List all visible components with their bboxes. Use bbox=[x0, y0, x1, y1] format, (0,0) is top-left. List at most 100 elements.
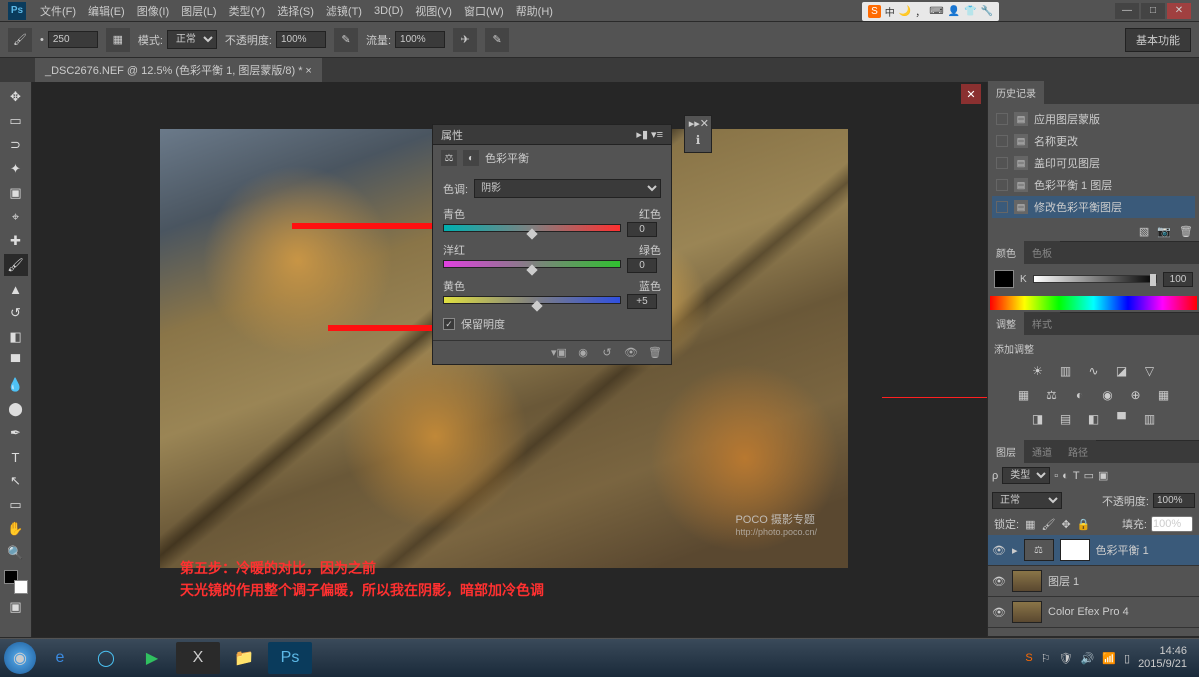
filter-shape-icon[interactable]: ▭ bbox=[1084, 469, 1094, 482]
color-swatch[interactable] bbox=[994, 270, 1014, 288]
tray-volume-icon[interactable]: 📶 bbox=[1102, 652, 1116, 665]
filter-adj-icon[interactable]: ◐ bbox=[1062, 470, 1069, 482]
k-value[interactable]: 100 bbox=[1163, 272, 1193, 287]
hand-tool[interactable]: ✋ bbox=[4, 518, 28, 540]
close-button[interactable]: ✕ bbox=[1167, 3, 1191, 19]
layer-fill-input[interactable] bbox=[1151, 516, 1193, 532]
layers-tab[interactable]: 图层 bbox=[988, 440, 1024, 463]
exposure-icon[interactable]: ◪ bbox=[1113, 362, 1131, 380]
menu-select[interactable]: 选择(S) bbox=[271, 3, 320, 19]
history-item[interactable]: ▤应用图层蒙版 bbox=[992, 108, 1195, 130]
history-item[interactable]: ▤色彩平衡 1 图层 bbox=[992, 174, 1195, 196]
mini-info-icon[interactable]: ℹ bbox=[685, 128, 711, 152]
minimize-button[interactable]: — bbox=[1115, 3, 1139, 19]
ie-icon[interactable]: e bbox=[38, 642, 82, 674]
vibrance-icon[interactable]: ▽ bbox=[1141, 362, 1159, 380]
tone-select[interactable]: 阴影 bbox=[474, 179, 661, 198]
visibility-icon[interactable]: 👁 bbox=[992, 544, 1006, 557]
layer-row[interactable]: 👁图层 1 bbox=[988, 566, 1199, 597]
clip-icon[interactable]: ▾▣ bbox=[551, 345, 567, 361]
pen-tool[interactable]: ✒ bbox=[4, 422, 28, 444]
filter-img-icon[interactable]: ▫ bbox=[1054, 470, 1058, 482]
heal-tool[interactable]: ✚ bbox=[4, 230, 28, 252]
layer-row[interactable]: 👁▸⚖色彩平衡 1 bbox=[988, 535, 1199, 566]
lut-icon[interactable]: ▦ bbox=[1155, 386, 1173, 404]
color-spectrum[interactable] bbox=[990, 296, 1197, 310]
crop-tool[interactable]: ▣ bbox=[4, 182, 28, 204]
document-tab[interactable]: _DSC2676.NEF @ 12.5% (色彩平衡 1, 图层蒙版/8) * … bbox=[35, 58, 322, 82]
trash-icon[interactable]: 🗑 bbox=[1179, 225, 1193, 238]
color-slider[interactable]: 黄色蓝色+5 bbox=[443, 278, 661, 306]
lock-pos-icon[interactable]: ✥ bbox=[1061, 518, 1070, 531]
menu-filter[interactable]: 滤镜(T) bbox=[320, 3, 368, 19]
history-brush-tool[interactable]: ↺ bbox=[4, 302, 28, 324]
brightness-icon[interactable]: ☀ bbox=[1029, 362, 1047, 380]
menu-file[interactable]: 文件(F) bbox=[34, 3, 82, 19]
history-item[interactable]: ▤修改色彩平衡图层 bbox=[992, 196, 1195, 218]
clock[interactable]: 14:462015/9/21 bbox=[1138, 645, 1187, 671]
posterize-icon[interactable]: ▤ bbox=[1057, 410, 1075, 428]
history-item[interactable]: ▤名称更改 bbox=[992, 130, 1195, 152]
zoom-tool[interactable]: 🔍 bbox=[4, 542, 28, 564]
layer-row[interactable]: 👁Color Efex Pro 4 bbox=[988, 597, 1199, 628]
menu-type[interactable]: 类型(Y) bbox=[223, 3, 272, 19]
curves-icon[interactable]: ∿ bbox=[1085, 362, 1103, 380]
snapshot-icon[interactable]: ▧ bbox=[1139, 225, 1149, 238]
brush-preset[interactable]: • bbox=[40, 31, 98, 48]
color-slider[interactable]: 青色红色0 bbox=[443, 206, 661, 234]
menu-edit[interactable]: 编辑(E) bbox=[82, 3, 131, 19]
view-prev-icon[interactable]: ◉ bbox=[575, 345, 591, 361]
visibility-icon[interactable]: 👁 bbox=[992, 575, 1006, 588]
marquee-tool[interactable]: ▭ bbox=[4, 110, 28, 132]
layer-thumb[interactable] bbox=[1012, 601, 1042, 623]
flow-input[interactable] bbox=[395, 31, 445, 48]
preserve-luminosity-checkbox[interactable]: ✓保留明度 bbox=[443, 316, 661, 332]
workspace-button[interactable]: 基本功能 bbox=[1125, 28, 1191, 52]
filter-txt-icon[interactable]: T bbox=[1073, 470, 1080, 482]
layer-thumb[interactable] bbox=[1012, 570, 1042, 592]
bw-icon[interactable]: ◐ bbox=[1071, 386, 1089, 404]
hue-icon[interactable]: ▦ bbox=[1015, 386, 1033, 404]
xshell-icon[interactable]: X bbox=[176, 642, 220, 674]
tray-network-icon[interactable]: 🔊 bbox=[1081, 652, 1095, 665]
selective-icon[interactable]: ▥ bbox=[1141, 410, 1159, 428]
pressure-size-icon[interactable]: ✎ bbox=[485, 28, 509, 52]
color-swatches[interactable] bbox=[4, 570, 28, 594]
layer-thumb[interactable]: ⚖ bbox=[1024, 539, 1054, 561]
wand-tool[interactable]: ✦ bbox=[4, 158, 28, 180]
menu-window[interactable]: 窗口(W) bbox=[458, 3, 510, 19]
shape-tool[interactable]: ▭ bbox=[4, 494, 28, 516]
tray-battery-icon[interactable]: ▯ bbox=[1124, 652, 1130, 665]
menu-3d[interactable]: 3D(D) bbox=[368, 5, 409, 17]
mixer-icon[interactable]: ⊕ bbox=[1127, 386, 1145, 404]
brush-tool[interactable]: 🖌 bbox=[4, 254, 28, 276]
dodge-tool[interactable]: ⬤ bbox=[4, 398, 28, 420]
photoshop-taskbar-icon[interactable]: Ps bbox=[268, 642, 312, 674]
menu-help[interactable]: 帮助(H) bbox=[510, 3, 559, 19]
styles-tab[interactable]: 样式 bbox=[1024, 312, 1060, 335]
layer-mask-thumb[interactable] bbox=[1060, 539, 1090, 561]
history-item[interactable]: ▤盖印可见图层 bbox=[992, 152, 1195, 174]
current-tool-icon[interactable]: 🖌 bbox=[8, 28, 32, 52]
filter-smart-icon[interactable]: ▣ bbox=[1098, 469, 1108, 482]
color-tab[interactable]: 颜色 bbox=[988, 241, 1024, 264]
balance-icon[interactable]: ⚖ bbox=[1043, 386, 1061, 404]
eraser-tool[interactable]: ◧ bbox=[4, 326, 28, 348]
browser-icon[interactable]: ◯ bbox=[84, 642, 128, 674]
color-slider[interactable]: 洋红绿色0 bbox=[443, 242, 661, 270]
eyedropper-tool[interactable]: ⌖ bbox=[4, 206, 28, 228]
layer-opacity-input[interactable] bbox=[1153, 493, 1195, 508]
threshold-icon[interactable]: ◧ bbox=[1085, 410, 1103, 428]
reset-icon[interactable]: ↺ bbox=[599, 345, 615, 361]
menu-layer[interactable]: 图层(L) bbox=[175, 3, 222, 19]
gradient-tool[interactable]: ▀ bbox=[4, 350, 28, 372]
start-button[interactable]: ◉ bbox=[4, 642, 36, 674]
channels-tab[interactable]: 通道 bbox=[1024, 440, 1060, 463]
lock-trans-icon[interactable]: ▦ bbox=[1025, 518, 1035, 531]
layer-blend-select[interactable]: 正常 bbox=[992, 492, 1062, 509]
opacity-input[interactable] bbox=[276, 31, 326, 48]
photo-filter-icon[interactable]: ◉ bbox=[1099, 386, 1117, 404]
maximize-button[interactable]: □ bbox=[1141, 3, 1165, 19]
explorer-icon[interactable]: 📁 bbox=[222, 642, 266, 674]
menu-view[interactable]: 视图(V) bbox=[409, 3, 458, 19]
